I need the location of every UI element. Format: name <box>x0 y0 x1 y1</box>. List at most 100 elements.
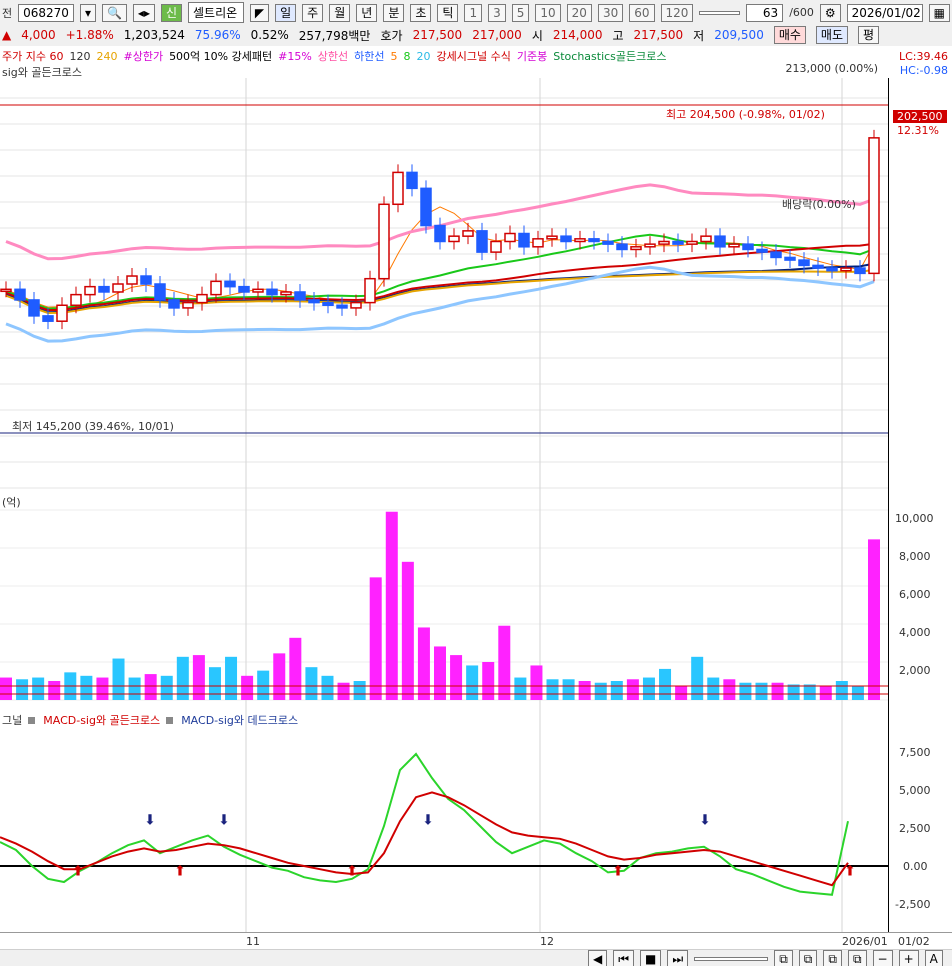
vol-tick-2000: 2,000 <box>899 664 931 677</box>
volume-bar <box>707 677 720 700</box>
vol-tick-8000: 8,000 <box>899 550 931 563</box>
minute-20[interactable]: 20 <box>566 3 592 22</box>
volume-bar <box>434 646 446 700</box>
minute-5[interactable]: 5 <box>511 3 530 22</box>
candle <box>42 315 54 322</box>
buy-button[interactable]: 매수 <box>773 26 806 44</box>
font-size-icon[interactable]: A <box>924 950 943 966</box>
macd-legend-golden: MACD-sig와 골든크로스 <box>43 714 161 727</box>
open-price: 214,000 <box>552 28 603 42</box>
tab-week[interactable]: 주 <box>302 3 324 22</box>
stock-name-field[interactable]: 셀트리온 <box>188 2 244 23</box>
legend-15: #15% <box>278 49 312 63</box>
tab-year[interactable]: 년 <box>356 3 378 22</box>
scroll-stop-icon[interactable]: ■ <box>640 950 662 966</box>
candle <box>434 224 446 243</box>
low-label: 저 <box>693 28 705 43</box>
stock-code-input[interactable]: 068270 <box>18 3 74 22</box>
macd-legend-dead: MACD-sig와 데드크로스 <box>181 714 299 727</box>
price-panel: 최고 204,500 (-0.98%, 01/02) 배당락(0.00%) 최저… <box>0 78 888 490</box>
minute-60[interactable]: 60 <box>629 3 655 22</box>
x-label-11: 11 <box>246 935 260 948</box>
candle <box>168 299 180 309</box>
legend-20: 20 <box>416 49 431 63</box>
tab-tick[interactable]: 틱 <box>437 3 459 22</box>
volume-value: 1,203,524 <box>123 28 185 42</box>
candle <box>126 275 138 285</box>
volume-bar <box>530 665 543 700</box>
volume-bar <box>96 677 109 700</box>
chart-settings-icon[interactable]: ⚙ <box>819 3 841 22</box>
candle <box>644 243 656 248</box>
candle <box>756 248 768 253</box>
volume-bar <box>787 684 800 700</box>
plus-icon[interactable]: + <box>898 950 919 966</box>
tool-3-icon[interactable]: ⧉ <box>823 950 842 966</box>
calendar-icon[interactable]: ▦ <box>928 3 950 22</box>
volume-bar <box>80 675 93 700</box>
legend-5: 5 <box>390 49 398 63</box>
code-dropdown-button[interactable]: ▾ <box>79 3 96 22</box>
volume-bar <box>851 686 864 700</box>
count-input[interactable]: 63 <box>746 3 784 22</box>
minus-icon[interactable]: − <box>872 950 893 966</box>
candle <box>294 291 306 301</box>
volume-bar <box>771 682 784 700</box>
search-icon[interactable]: 🔍 <box>101 3 127 22</box>
candle <box>224 280 236 288</box>
candle <box>406 171 418 190</box>
minute-10[interactable]: 10 <box>535 3 561 22</box>
tool-1-icon[interactable]: ⧉ <box>774 950 793 966</box>
volume-bar <box>337 682 350 700</box>
average-button[interactable]: 평 <box>858 26 880 44</box>
last-price-tag: 202,500 <box>893 110 947 123</box>
minute-120[interactable]: 120 <box>660 3 694 22</box>
minute-1[interactable]: 1 <box>464 3 483 22</box>
high-note: 최고 204,500 (-0.98%, 01/02) <box>666 108 825 121</box>
macd-axis: 7,500 5,000 2,500 0.00 -2,500 <box>888 710 952 932</box>
minute-30[interactable]: 30 <box>597 3 624 22</box>
volume-bar <box>0 677 12 700</box>
candle <box>196 293 208 304</box>
candle <box>462 230 474 237</box>
scroll-left-icon[interactable]: ◀ <box>588 950 608 966</box>
tab-day[interactable]: 일 <box>275 3 297 22</box>
candle <box>518 232 530 248</box>
candle <box>616 243 628 251</box>
change-value: 4,000 <box>21 28 56 42</box>
candle <box>560 235 572 243</box>
volume-bar <box>385 511 398 700</box>
legend-pattern: 500억 10% 강세패턴 <box>169 50 273 63</box>
mark-icon[interactable]: ◤ <box>249 3 270 22</box>
legend-upper-line: 상한선 <box>317 50 349 63</box>
tool-4-icon[interactable]: ⧉ <box>847 950 867 966</box>
scroll-next-icon[interactable]: ⏭ <box>667 950 689 966</box>
legend-upper-limit: #상한가 <box>123 50 164 63</box>
volume-bar <box>128 677 141 700</box>
tool-2-icon[interactable]: ⧉ <box>798 950 818 966</box>
quote-row: ▲ 4,000 +1.88% 1,203,524 75.96% 0.52% 25… <box>0 24 952 47</box>
candle <box>490 240 502 253</box>
scroll-first-icon[interactable]: ⏮ <box>613 950 635 966</box>
square-icon <box>28 716 36 724</box>
volume-bar <box>626 679 639 700</box>
custom-period-input[interactable] <box>699 10 740 15</box>
volume-bar <box>369 577 382 700</box>
date-input[interactable]: 2026/01/02 <box>846 3 923 22</box>
volume-bar <box>48 681 61 700</box>
prev-next-icon[interactable]: ◂▸ <box>132 3 155 22</box>
tab-second[interactable]: 초 <box>410 3 432 22</box>
dead-cross-arrow-icon: ⬇ <box>218 812 230 828</box>
legend-strong-signal: 강세시그널 수식 <box>436 50 511 63</box>
volume-bar <box>353 681 366 700</box>
volume-bar <box>241 675 254 700</box>
minute-3[interactable]: 3 <box>488 3 506 22</box>
golden-cross-arrow-icon: ⬆ <box>612 864 624 880</box>
volume-bar <box>417 627 430 700</box>
sell-button[interactable]: 매도 <box>815 26 849 44</box>
zoom-slider[interactable] <box>694 957 769 961</box>
tab-minute[interactable]: 분 <box>383 3 405 22</box>
candle <box>378 203 390 280</box>
tab-month[interactable]: 월 <box>329 3 351 22</box>
volume-axis: 10,000 8,000 6,000 4,000 2,000 <box>888 490 952 710</box>
